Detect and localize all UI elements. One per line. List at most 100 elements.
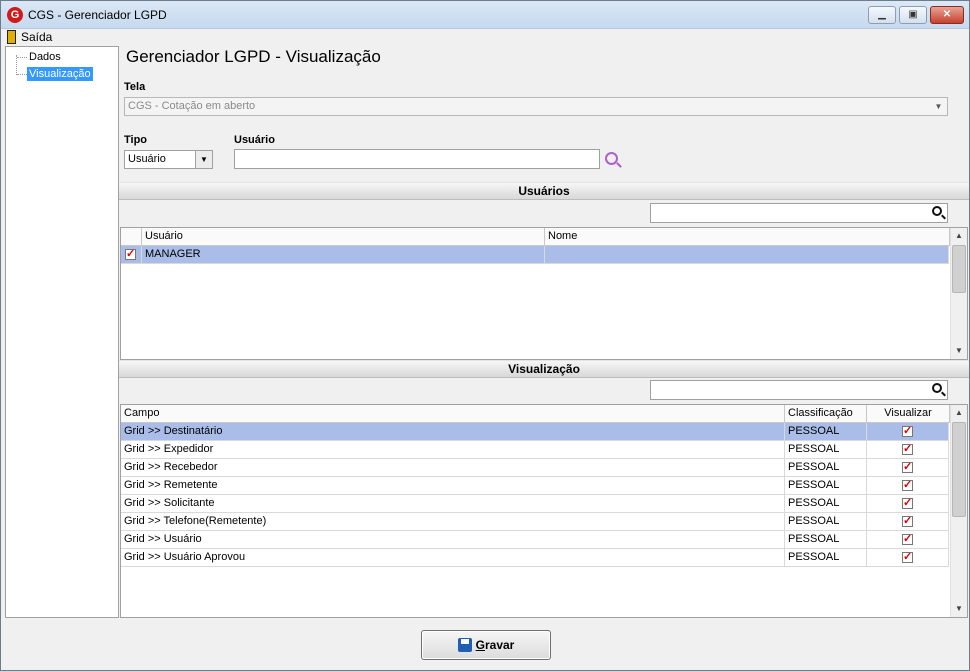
usuarios-grid: Usuário Nome MANAGER ▲ ▼ [120, 227, 968, 360]
cell-classificacao: PESSOAL [785, 423, 867, 441]
checkbox[interactable] [902, 442, 913, 456]
search-icon[interactable] [605, 152, 618, 165]
checkbox[interactable] [125, 247, 136, 261]
usuario-input[interactable] [234, 149, 600, 169]
usuario-label: Usuário [234, 134, 275, 146]
chevron-down-icon: ▼ [195, 151, 212, 168]
visualizacao-section-header: Visualização [119, 360, 969, 378]
cell-campo: Grid >> Usuário Aprovou [121, 549, 785, 567]
save-button-mnemonic: G [475, 638, 485, 652]
cell-classificacao: PESSOAL [785, 441, 867, 459]
checkbox[interactable] [902, 478, 913, 492]
tree-connector [16, 55, 17, 75]
usuarios-scrollbar[interactable]: ▲ ▼ [950, 228, 967, 359]
save-button-label: ravar [484, 638, 515, 652]
usuarios-grid-header: Usuário Nome [121, 228, 950, 246]
table-row[interactable]: Grid >> Telefone(Remetente) PESSOAL [121, 513, 949, 531]
cell-visualizar [867, 423, 949, 441]
table-row[interactable]: MANAGER [121, 246, 949, 264]
table-row[interactable]: Grid >> Expedidor PESSOAL [121, 441, 949, 459]
checkbox[interactable] [902, 424, 913, 438]
table-row[interactable]: Grid >> Destinatário PESSOAL [121, 423, 949, 441]
cell-campo: Grid >> Recebedor [121, 459, 785, 477]
tree-item-visualizacao[interactable]: Visualização [27, 67, 93, 81]
chevron-down-icon: ▼ [934, 102, 943, 111]
column-header-usuario[interactable]: Usuário [142, 228, 545, 246]
scroll-down-icon[interactable]: ▼ [951, 343, 967, 359]
column-header-check [121, 228, 142, 246]
tree-connector [17, 74, 27, 75]
cell-campo: Grid >> Expedidor [121, 441, 785, 459]
scrollbar-thumb[interactable] [952, 245, 966, 293]
cell-visualizar [867, 513, 949, 531]
cell-campo: Grid >> Destinatário [121, 423, 785, 441]
visualizacao-grid: Campo Classificação Visualizar Grid >> D… [120, 404, 968, 618]
table-row[interactable]: Grid >> Solicitante PESSOAL [121, 495, 949, 513]
checkbox[interactable] [902, 514, 913, 528]
navigation-tree: Dados Visualização [5, 46, 119, 618]
page-title: Gerenciador LGPD - Visualização [126, 47, 381, 66]
scroll-up-icon[interactable]: ▲ [951, 228, 967, 244]
tela-select[interactable]: CGS - Cotação em aberto ▼ [124, 97, 948, 116]
cell-usuario: MANAGER [142, 246, 545, 264]
column-header-campo[interactable]: Campo [121, 405, 785, 423]
tree-item-dados[interactable]: Dados [27, 50, 63, 64]
table-row[interactable]: Grid >> Usuário Aprovou PESSOAL [121, 549, 949, 567]
search-icon[interactable] [932, 206, 942, 216]
cell-campo: Grid >> Solicitante [121, 495, 785, 513]
column-header-nome[interactable]: Nome [545, 228, 950, 246]
tipo-select-value: Usuário [128, 153, 166, 165]
tela-label: Tela [124, 81, 146, 93]
cell-visualizar [867, 549, 949, 567]
cell-visualizar [867, 531, 949, 549]
cell-classificacao: PESSOAL [785, 495, 867, 513]
tipo-label: Tipo [124, 134, 148, 146]
checkbox[interactable] [902, 460, 913, 474]
cell-visualizar [867, 477, 949, 495]
menu-bar: Saída [1, 29, 969, 46]
column-header-visualizar[interactable]: Visualizar [867, 405, 950, 423]
scrollbar-thumb[interactable] [952, 422, 966, 517]
table-row[interactable]: Grid >> Remetente PESSOAL [121, 477, 949, 495]
cell-visualizar [867, 441, 949, 459]
minimize-button[interactable]: ▁ [868, 6, 896, 24]
cell-nome [545, 246, 949, 264]
save-button[interactable]: Gravar [421, 630, 551, 660]
cell-campo: Grid >> Usuário [121, 531, 785, 549]
scroll-down-icon[interactable]: ▼ [951, 601, 967, 617]
close-button[interactable]: ✕ [930, 6, 964, 24]
tipo-select[interactable]: Usuário ▼ [124, 150, 213, 169]
row-checkbox-cell [121, 246, 142, 264]
floppy-disk-icon [457, 638, 472, 652]
checkbox[interactable] [902, 532, 913, 546]
table-row[interactable]: Grid >> Usuário PESSOAL [121, 531, 949, 549]
window-title: CGS - Gerenciador LGPD [28, 8, 167, 22]
visualizacao-search-input[interactable] [650, 380, 948, 400]
cell-classificacao: PESSOAL [785, 477, 867, 495]
checkbox[interactable] [902, 496, 913, 510]
menu-exit-label: Saída [21, 30, 53, 44]
search-icon[interactable] [932, 383, 942, 393]
maximize-button[interactable]: ▣ [899, 6, 927, 24]
title-bar: G CGS - Gerenciador LGPD ▁ ▣ ✕ [1, 1, 969, 29]
cell-visualizar [867, 495, 949, 513]
tree-connector [17, 57, 27, 58]
menu-exit[interactable]: Saída [7, 30, 52, 44]
cell-campo: Grid >> Remetente [121, 477, 785, 495]
cell-classificacao: PESSOAL [785, 513, 867, 531]
visualizacao-scrollbar[interactable]: ▲ ▼ [950, 405, 967, 617]
main-window: G CGS - Gerenciador LGPD ▁ ▣ ✕ Saída Dad… [0, 0, 970, 671]
column-header-classificacao[interactable]: Classificação [785, 405, 867, 423]
visualizacao-grid-header: Campo Classificação Visualizar [121, 405, 950, 423]
exit-door-icon [7, 30, 16, 44]
usuarios-search-input[interactable] [650, 203, 948, 223]
cell-classificacao: PESSOAL [785, 459, 867, 477]
tela-select-value: CGS - Cotação em aberto [128, 100, 256, 112]
scroll-up-icon[interactable]: ▲ [951, 405, 967, 421]
cell-classificacao: PESSOAL [785, 531, 867, 549]
table-row[interactable]: Grid >> Recebedor PESSOAL [121, 459, 949, 477]
cell-campo: Grid >> Telefone(Remetente) [121, 513, 785, 531]
app-logo-icon: G [7, 7, 23, 23]
checkbox[interactable] [902, 550, 913, 564]
cell-visualizar [867, 459, 949, 477]
